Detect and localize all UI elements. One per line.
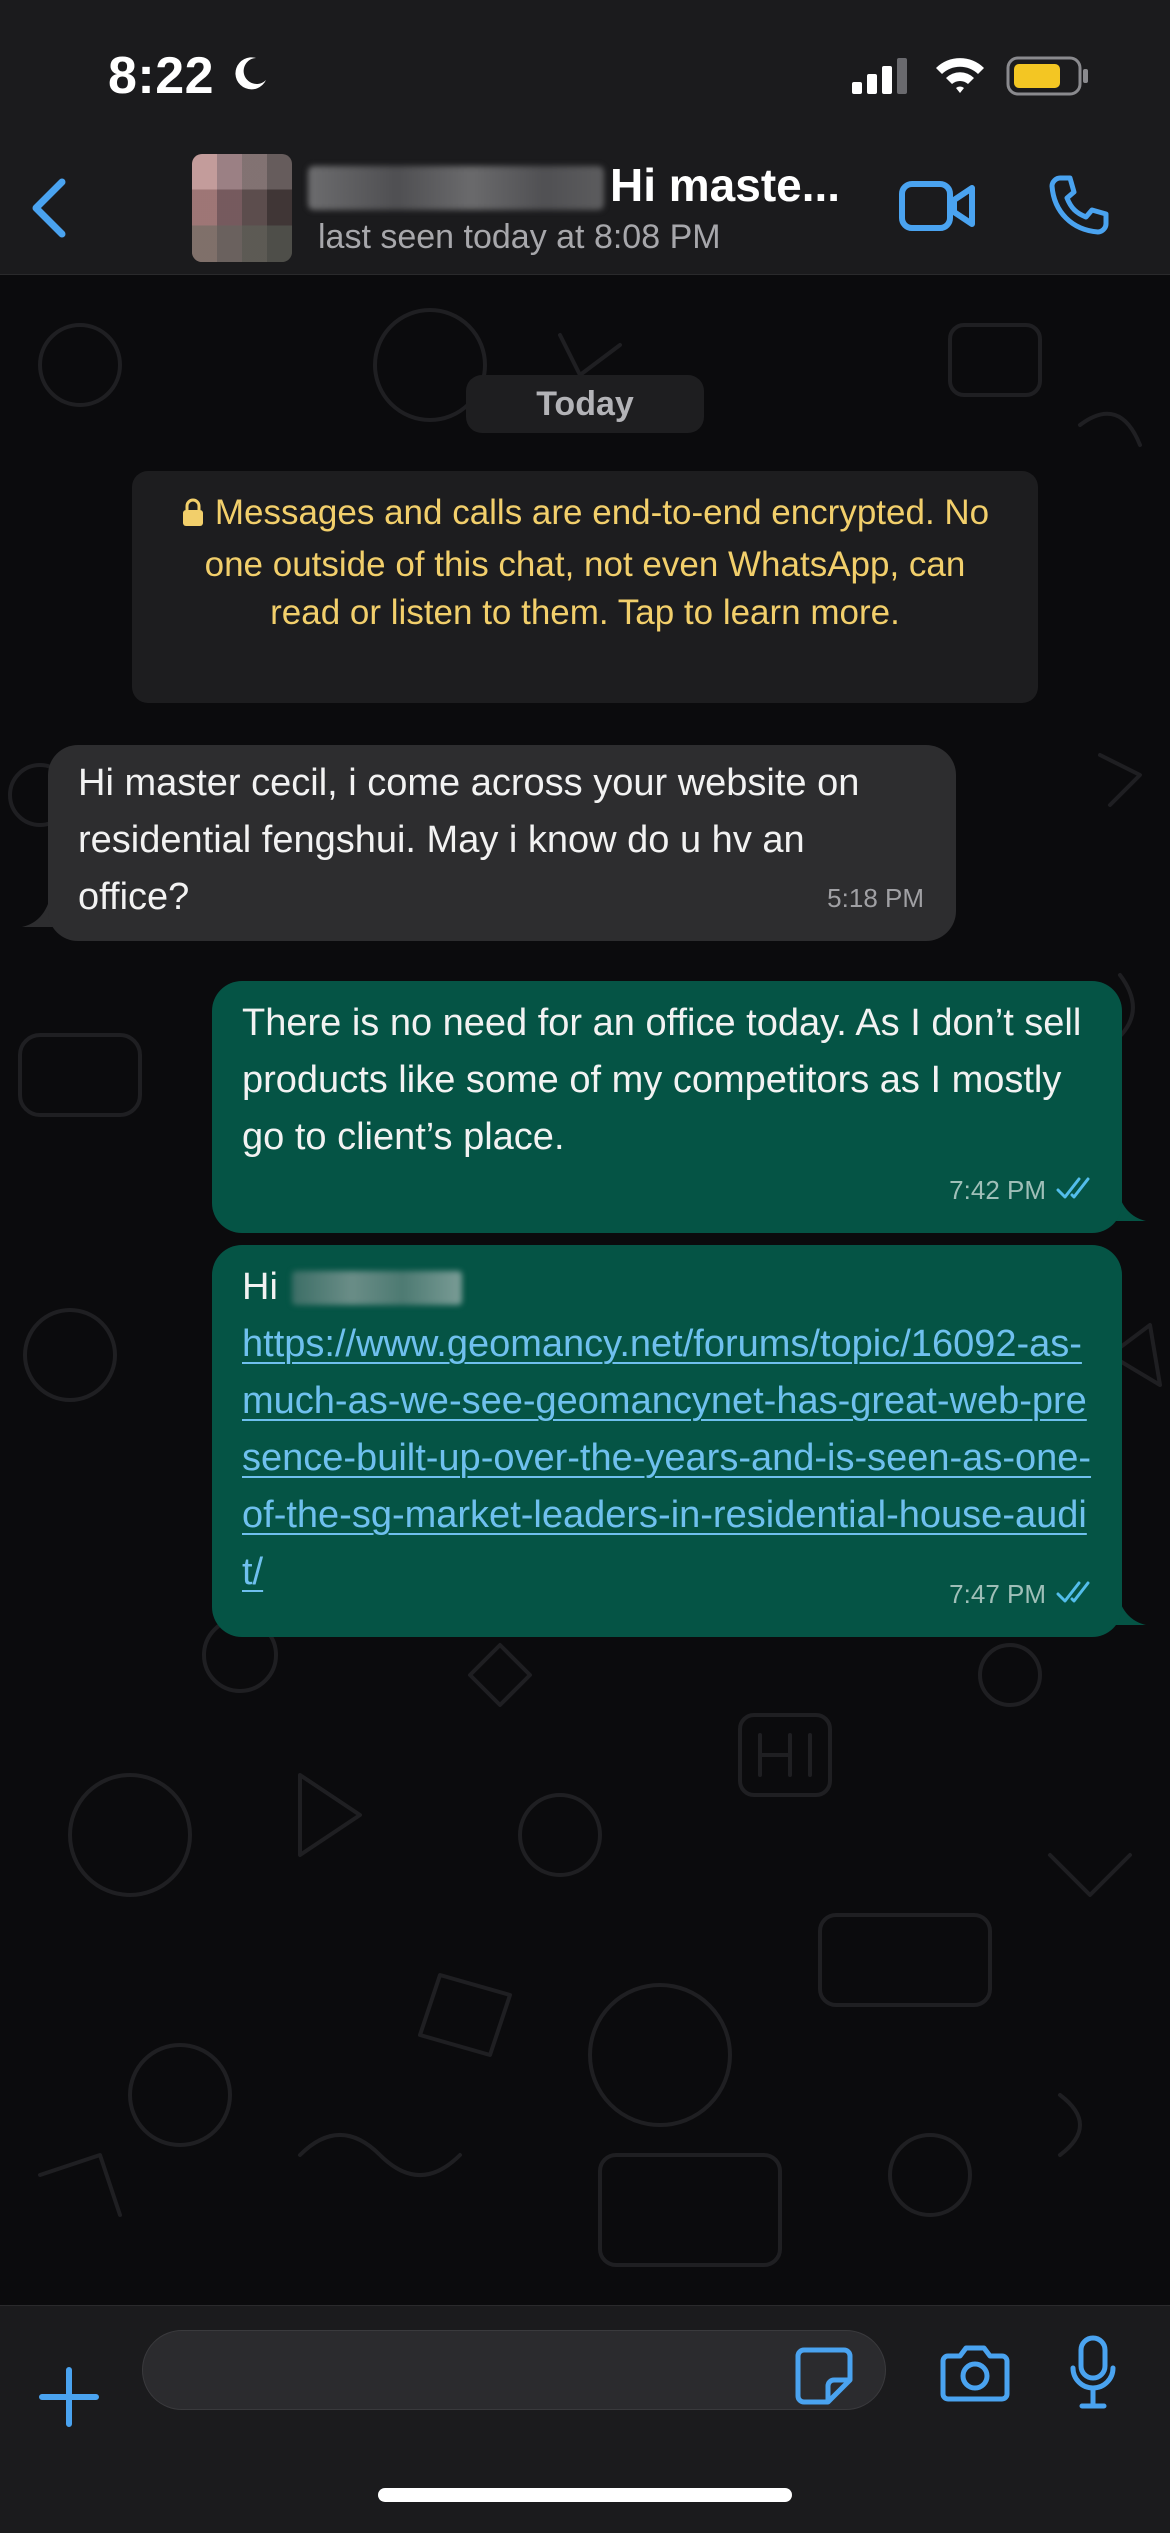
chat-area[interactable]: Today Messages and calls are end-to-end …: [0, 275, 1170, 2305]
home-indicator[interactable]: [378, 2488, 792, 2502]
redacted-name: [291, 1271, 462, 1305]
phone-icon[interactable]: [1046, 172, 1110, 241]
back-icon[interactable]: [24, 174, 74, 247]
plus-icon[interactable]: [38, 2366, 100, 2433]
message-text: There is no need for an office today. As…: [242, 1002, 1082, 1158]
message-bubble-outgoing[interactable]: There is no need for an office today. As…: [212, 981, 1122, 1233]
sticker-icon[interactable]: [794, 2346, 854, 2411]
encryption-notice[interactable]: Messages and calls are end-to-end encryp…: [132, 471, 1038, 703]
contact-name[interactable]: Hi maste...: [610, 158, 840, 212]
redacted-name: [308, 166, 604, 210]
microphone-icon[interactable]: [1068, 2334, 1118, 2415]
date-separator: Today: [466, 375, 704, 433]
greeting-line: Hi: [242, 1259, 1092, 1316]
last-seen-status: last seen today at 8:08 PM: [318, 218, 721, 256]
message-text: Hi master cecil, i come across your webs…: [78, 762, 860, 918]
message-link[interactable]: https://www.geomancy.net/forums/topic/16…: [242, 1323, 1091, 1593]
message-time: 5:18 PM: [827, 883, 924, 913]
greeting-text: Hi: [242, 1266, 278, 1308]
video-call-icon[interactable]: [898, 176, 978, 241]
lock-icon: [181, 493, 205, 541]
message-bubble-incoming[interactable]: Hi master cecil, i come across your webs…: [48, 745, 956, 941]
message-time: 7:42 PM: [949, 1175, 1046, 1205]
battery-icon: [1006, 56, 1090, 101]
wifi-icon: [934, 54, 986, 99]
message-time: 7:47 PM: [949, 1579, 1046, 1609]
signal-icon: [852, 58, 912, 99]
moon-icon: [230, 54, 270, 99]
double-check-icon: [1056, 1160, 1096, 1217]
message-input[interactable]: [142, 2330, 886, 2410]
avatar[interactable]: [192, 154, 292, 262]
double-check-icon: [1056, 1564, 1096, 1621]
status-bar: 8:22: [0, 0, 1170, 140]
camera-icon[interactable]: [940, 2342, 1010, 2407]
encryption-notice-text: Messages and calls are end-to-end encryp…: [204, 493, 990, 632]
message-bubble-outgoing[interactable]: Hi https://www.geomancy.net/forums/topic…: [212, 1245, 1122, 1637]
chat-header: Hi maste... last seen today at 8:08 PM: [0, 140, 1170, 275]
status-time: 8:22: [108, 47, 215, 105]
